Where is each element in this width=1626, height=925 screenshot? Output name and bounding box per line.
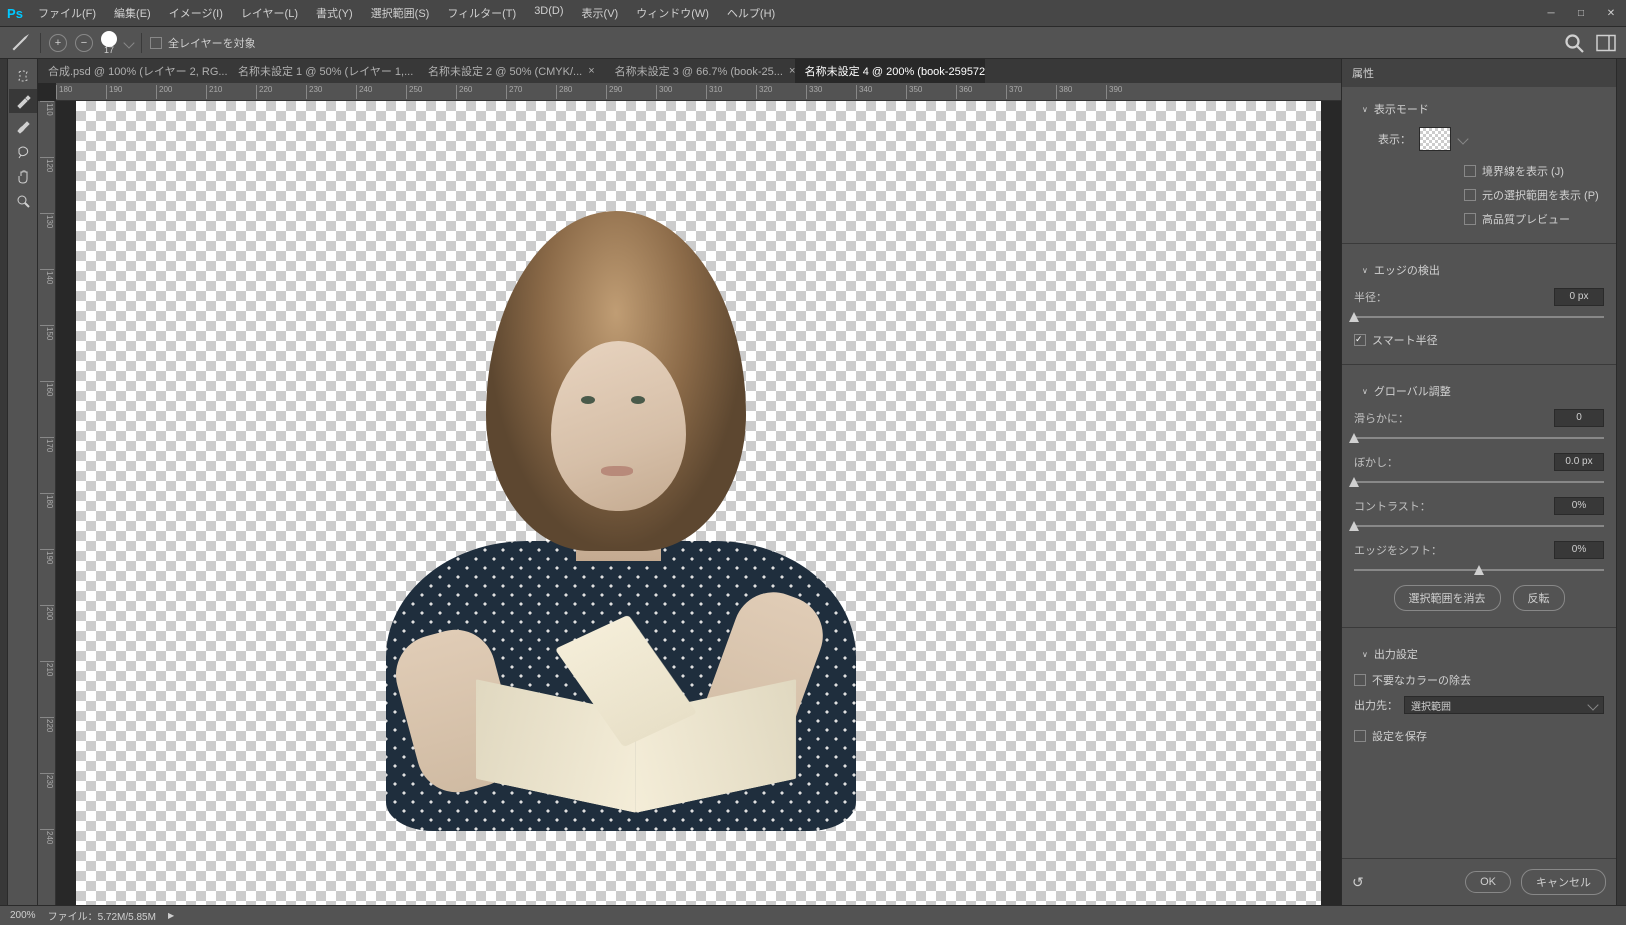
shift-value[interactable]: 0% xyxy=(1554,541,1604,559)
output-dest-select[interactable]: 選択範囲 xyxy=(1404,696,1604,714)
document-tab[interactable]: 名称未設定 1 @ 50% (レイヤー 1,...× xyxy=(228,59,418,83)
close-tab-icon[interactable]: × xyxy=(588,65,594,77)
refine-brush-tool[interactable] xyxy=(9,89,37,113)
ok-button[interactable]: OK xyxy=(1465,871,1511,893)
section-global-refine[interactable]: ∨グローバル調整 xyxy=(1354,377,1604,405)
add-mode-button[interactable]: + xyxy=(49,34,67,52)
menu-item[interactable]: ヘルプ(H) xyxy=(719,1,783,25)
clear-selection-button[interactable]: 選択範囲を消去 xyxy=(1394,585,1501,611)
show-edge-checkbox[interactable]: 境界線を表示 (J) xyxy=(1464,159,1604,183)
contrast-slider[interactable] xyxy=(1354,525,1604,527)
window-controls: ─ □ ✕ xyxy=(1536,3,1626,23)
document-tab[interactable]: 名称未設定 3 @ 66.7% (book-25...× xyxy=(605,59,795,83)
document-tab[interactable]: 名称未設定 4 @ 200% (book-2595728_1920, CMYK/… xyxy=(795,59,985,83)
titlebar: Ps ファイル(F)編集(E)イメージ(I)レイヤー(L)書式(Y)選択範囲(S… xyxy=(0,0,1626,27)
properties-panel: 属性 ∨表示モード 表示： 境界線を表示 (J) 元の選択範囲を表示 (P) 高… xyxy=(1341,59,1616,905)
view-label: 表示： xyxy=(1378,131,1411,147)
minimize-button[interactable]: ─ xyxy=(1536,3,1566,23)
menu-item[interactable]: ファイル(F) xyxy=(30,1,104,25)
options-bar: + − 17 全レイヤーを対象 xyxy=(0,27,1626,59)
menu-item[interactable]: 書式(Y) xyxy=(308,1,361,25)
view-dropdown-icon[interactable] xyxy=(1457,133,1468,144)
quick-select-tool[interactable] xyxy=(9,64,37,88)
lasso-tool[interactable] xyxy=(9,139,37,163)
workspace-icon[interactable] xyxy=(1594,31,1618,55)
menu-bar: ファイル(F)編集(E)イメージ(I)レイヤー(L)書式(Y)選択範囲(S)フィ… xyxy=(30,1,783,25)
status-bar: 200% ファイル：5.72M/5.85M ▶ xyxy=(0,905,1626,925)
document-area: 合成.psd @ 100% (レイヤー 2, RG...×名称未設定 1 @ 5… xyxy=(38,59,1341,905)
file-size: ファイル：5.72M/5.85M xyxy=(48,908,156,923)
image-subject xyxy=(326,211,906,831)
feather-label: ぼかし： xyxy=(1354,454,1548,470)
view-thumbnail[interactable] xyxy=(1419,127,1451,151)
menu-item[interactable]: イメージ(I) xyxy=(161,1,231,25)
search-icon[interactable] xyxy=(1562,31,1586,55)
menu-item[interactable]: 選択範囲(S) xyxy=(363,1,438,25)
maximize-button[interactable]: □ xyxy=(1566,3,1596,23)
radius-value[interactable]: 0 px xyxy=(1554,288,1604,306)
canvas-viewport[interactable] xyxy=(56,101,1341,905)
menu-item[interactable]: 表示(V) xyxy=(574,1,627,25)
menu-item[interactable]: 3D(D) xyxy=(526,1,571,25)
brush-dropdown-icon[interactable] xyxy=(123,37,134,48)
hand-tool[interactable] xyxy=(9,164,37,188)
contrast-label: コントラスト： xyxy=(1354,498,1548,514)
toolbar xyxy=(8,59,38,905)
document-tabs: 合成.psd @ 100% (レイヤー 2, RG...×名称未設定 1 @ 5… xyxy=(38,59,1341,83)
radius-slider[interactable] xyxy=(1354,316,1604,318)
contrast-value[interactable]: 0% xyxy=(1554,497,1604,515)
brush-tool[interactable] xyxy=(9,114,37,138)
section-edge-detection[interactable]: ∨エッジの検出 xyxy=(1354,256,1604,284)
shift-label: エッジをシフト： xyxy=(1354,542,1548,558)
menu-item[interactable]: フィルター(T) xyxy=(439,1,524,25)
zoom-level[interactable]: 200% xyxy=(10,910,36,921)
menu-item[interactable]: 編集(E) xyxy=(106,1,159,25)
cancel-button[interactable]: キャンセル xyxy=(1521,869,1606,895)
invert-button[interactable]: 反転 xyxy=(1513,585,1565,611)
main-area: 合成.psd @ 100% (レイヤー 2, RG...×名称未設定 1 @ 5… xyxy=(0,59,1626,905)
radius-label: 半径： xyxy=(1354,289,1548,305)
app-logo: Ps xyxy=(0,0,30,27)
tool-preset-icon[interactable] xyxy=(8,31,32,55)
panel-title: 属性 xyxy=(1342,59,1616,87)
feather-value[interactable]: 0.0 px xyxy=(1554,453,1604,471)
all-layers-checkbox[interactable]: 全レイヤーを対象 xyxy=(150,31,256,55)
ruler-vertical: 1101201301401501601701801902002102202302… xyxy=(38,101,56,905)
smooth-slider[interactable] xyxy=(1354,437,1604,439)
smooth-label: 滑らかに： xyxy=(1354,410,1548,426)
document-tab[interactable]: 合成.psd @ 100% (レイヤー 2, RG...× xyxy=(38,59,228,83)
shift-slider[interactable] xyxy=(1354,569,1604,571)
remember-settings-checkbox[interactable]: 設定を保存 xyxy=(1354,724,1604,748)
smooth-value[interactable]: 0 xyxy=(1554,409,1604,427)
reset-icon[interactable]: ↺ xyxy=(1352,874,1364,891)
close-button[interactable]: ✕ xyxy=(1596,3,1626,23)
left-collapsed-strip[interactable] xyxy=(0,59,8,905)
subtract-mode-button[interactable]: − xyxy=(75,34,93,52)
smart-radius-checkbox[interactable]: スマート半径 xyxy=(1354,328,1604,352)
show-original-checkbox[interactable]: 元の選択範囲を表示 (P) xyxy=(1464,183,1604,207)
menu-item[interactable]: レイヤー(L) xyxy=(233,1,306,25)
menu-item[interactable]: ウィンドウ(W) xyxy=(628,1,717,25)
ruler-horizontal: 1801902002102202302402502602702802903003… xyxy=(56,83,1341,101)
decontaminate-checkbox[interactable]: 不要なカラーの除去 xyxy=(1354,668,1604,692)
canvas xyxy=(76,101,1321,905)
right-collapsed-strip[interactable] xyxy=(1616,59,1626,905)
section-view-mode[interactable]: ∨表示モード xyxy=(1354,95,1604,123)
brush-preview[interactable]: 17 xyxy=(101,31,117,55)
high-quality-checkbox[interactable]: 高品質プレビュー xyxy=(1464,207,1604,231)
section-output[interactable]: ∨出力設定 xyxy=(1354,640,1604,668)
zoom-tool[interactable] xyxy=(9,189,37,213)
document-tab[interactable]: 名称未設定 2 @ 50% (CMYK/...× xyxy=(418,59,605,83)
output-dest-label: 出力先： xyxy=(1354,697,1398,713)
feather-slider[interactable] xyxy=(1354,481,1604,483)
